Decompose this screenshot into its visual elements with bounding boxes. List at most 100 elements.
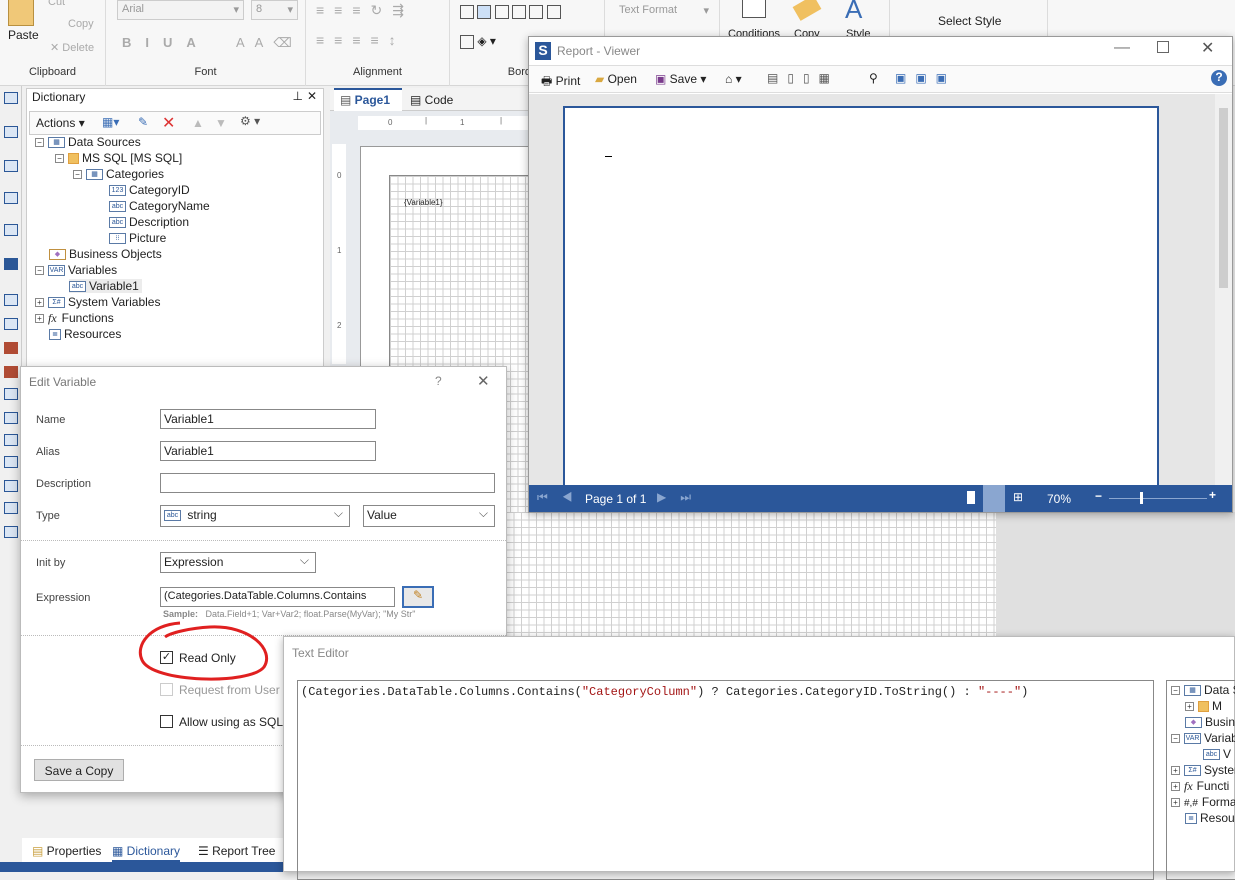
tree-item-variable1[interactable]: abc Variable1 bbox=[69, 279, 142, 293]
cut-button[interactable]: Cut bbox=[48, 0, 65, 8]
scrollbar-thumb[interactable] bbox=[1219, 108, 1228, 288]
single-page-icon[interactable] bbox=[967, 491, 975, 504]
table-icon[interactable] bbox=[4, 456, 18, 468]
zoom-slider[interactable] bbox=[1109, 498, 1207, 499]
cross-band-icon[interactable] bbox=[4, 126, 18, 138]
band-icon[interactable] bbox=[4, 92, 18, 104]
delete-button[interactable]: ✕ Delete bbox=[50, 41, 94, 54]
next-last-buttons[interactable]: ▶⏭ bbox=[657, 490, 705, 505]
new-item-icon[interactable]: ▦▾ bbox=[102, 115, 119, 129]
value-kind-select[interactable]: Value bbox=[363, 505, 495, 527]
horizontal-align-buttons[interactable]: ≡≡≡≡↕ bbox=[316, 32, 406, 48]
vertical-align-buttons[interactable]: ≡≡≡↻⇶ bbox=[316, 2, 414, 19]
text-box-icon[interactable] bbox=[4, 342, 18, 354]
tree-item-variables[interactable]: − VAR Variab bbox=[1171, 731, 1235, 745]
zoom-in-button[interactable]: + bbox=[1209, 488, 1216, 502]
container-icon[interactable] bbox=[4, 412, 18, 424]
image-icon[interactable] bbox=[4, 480, 18, 492]
tree-item-business-objects[interactable]: ◆ Business Objects bbox=[49, 247, 162, 261]
tab-code[interactable]: ▤ Code bbox=[410, 93, 453, 107]
tree-item-description[interactable]: abc Description bbox=[109, 215, 189, 229]
alias-input[interactable]: Variable1 bbox=[160, 441, 376, 461]
help-button[interactable]: ? bbox=[435, 374, 442, 388]
zoom-out-button[interactable]: − bbox=[1095, 489, 1102, 503]
page-view-buttons[interactable]: ▣▣▣ bbox=[895, 71, 956, 85]
tab-page1[interactable]: ▤ Page1 bbox=[334, 88, 402, 111]
tree-item-formats[interactable]: + #,# Forma bbox=[1171, 795, 1235, 809]
fill-color-button[interactable]: ◈ ▾ bbox=[460, 34, 496, 49]
tree-item-resources[interactable]: ≣ Resources bbox=[49, 327, 121, 341]
tree-item-categoryid[interactable]: 123 CategoryID bbox=[109, 183, 190, 197]
multiple-pages-icon[interactable]: ⊞ bbox=[1013, 490, 1023, 504]
rich-text-icon[interactable] bbox=[4, 318, 18, 330]
save-a-copy-button[interactable]: Save a Copy bbox=[34, 759, 124, 781]
tab-report-tree[interactable]: ☰ Report Tree bbox=[198, 844, 275, 858]
chart-icon[interactable] bbox=[4, 502, 18, 514]
save-button[interactable]: ▣ Save ▾ bbox=[655, 72, 706, 86]
pin-icon[interactable]: ⊥ bbox=[293, 89, 303, 103]
tree-item-system-variables[interactable]: + Σ# Syster bbox=[1171, 763, 1235, 777]
expression-input[interactable]: (Categories.DataTable.Columns.Contains bbox=[160, 587, 395, 607]
tree-item-ms-sql[interactable]: + M bbox=[1185, 699, 1222, 713]
plugin-icon[interactable] bbox=[4, 258, 18, 270]
tree-item-categories[interactable]: − ▦ Categories bbox=[73, 167, 164, 181]
border-buttons[interactable] bbox=[460, 4, 561, 19]
maximize-button[interactable] bbox=[1157, 41, 1169, 53]
open-button[interactable]: ▰ Open bbox=[595, 72, 637, 86]
actions-menu[interactable]: Actions ▾ bbox=[36, 116, 85, 130]
panel-icon[interactable] bbox=[4, 388, 18, 400]
component-icon[interactable] bbox=[4, 160, 18, 172]
settings-icon[interactable]: ⚙ ▾ bbox=[240, 114, 260, 128]
name-input[interactable]: Variable1 bbox=[160, 409, 376, 429]
text-in-cells-icon[interactable] bbox=[4, 366, 18, 378]
description-input[interactable] bbox=[160, 473, 495, 493]
type-select[interactable]: abc string bbox=[160, 505, 350, 527]
tree-item-categoryname[interactable]: abc CategoryName bbox=[109, 199, 210, 213]
edit-icon[interactable]: ✎ bbox=[138, 115, 148, 129]
close-icon[interactable]: ✕ bbox=[307, 89, 317, 103]
init-by-select[interactable]: Expression bbox=[160, 552, 316, 573]
first-prev-buttons[interactable]: ⏮◀ bbox=[537, 490, 587, 505]
paste-button[interactable]: Paste bbox=[8, 28, 39, 42]
font-style-buttons[interactable]: BIUA bbox=[122, 35, 210, 50]
send-email-button[interactable]: ⌂ ▾ bbox=[725, 72, 742, 86]
tree-item-functions[interactable]: + fx Functi bbox=[1171, 779, 1229, 794]
font-grow-shrink-buttons[interactable]: AA⌫ bbox=[236, 35, 302, 51]
vertical-scrollbar[interactable] bbox=[1215, 94, 1232, 486]
close-button[interactable]: ✕ bbox=[1201, 38, 1214, 58]
view-tools-buttons[interactable]: ▤▯▯▦ bbox=[767, 71, 839, 85]
tree-item-ms-sql[interactable]: − MS SQL [MS SQL] bbox=[55, 151, 182, 165]
shape-icon[interactable] bbox=[4, 224, 18, 236]
tree-item-data-sources[interactable]: −▦Data S bbox=[1171, 683, 1235, 697]
copy-button[interactable]: Copy bbox=[68, 18, 94, 30]
continuous-page-icon[interactable] bbox=[983, 485, 1005, 512]
tree-item-picture[interactable]: ⁝⁝ Picture bbox=[109, 231, 166, 245]
subreport-icon[interactable] bbox=[4, 434, 18, 446]
edit-expression-button[interactable]: ✎ bbox=[402, 586, 434, 608]
close-button[interactable]: ✕ bbox=[477, 372, 490, 390]
tab-properties[interactable]: ▤ Properties bbox=[32, 844, 101, 858]
tree-item-variable1[interactable]: abc V bbox=[1203, 747, 1231, 761]
tree-item-system-variables[interactable]: + Σ# System Variables bbox=[35, 295, 160, 309]
variable1-text-component[interactable]: {Variable1} bbox=[404, 198, 443, 207]
help-icon[interactable]: ? bbox=[1211, 70, 1227, 86]
font-size-select[interactable]: 8 bbox=[251, 0, 298, 20]
tree-item-functions[interactable]: + fx Functions bbox=[35, 311, 114, 326]
zoom-slider-thumb[interactable] bbox=[1139, 492, 1143, 504]
text-icon[interactable] bbox=[4, 294, 18, 306]
text-format-select[interactable]: Text Format bbox=[615, 2, 713, 22]
move-down-icon[interactable]: ▼ bbox=[215, 116, 227, 130]
tree-item-data-sources[interactable]: − ▦ Data Sources bbox=[35, 135, 141, 149]
barcode-icon[interactable] bbox=[4, 192, 18, 204]
move-up-icon[interactable]: ▲ bbox=[192, 116, 204, 130]
tree-item-resources[interactable]: ≣ Resou bbox=[1185, 811, 1235, 825]
print-button[interactable]: 🖶 Print bbox=[541, 72, 580, 93]
delete-icon[interactable]: ✕ bbox=[162, 113, 175, 133]
find-icon[interactable]: ⚲ bbox=[869, 71, 878, 85]
font-family-select[interactable]: Arial bbox=[117, 0, 244, 20]
tree-item-variables[interactable]: − VAR Variables bbox=[35, 263, 117, 277]
tab-dictionary[interactable]: ▦ Dictionary bbox=[112, 838, 181, 862]
tools-icon[interactable] bbox=[4, 526, 18, 538]
expression-textarea[interactable]: (Categories.DataTable.Columns.Contains("… bbox=[297, 680, 1154, 880]
tree-item-business-objects[interactable]: ◆Busine bbox=[1185, 715, 1235, 729]
